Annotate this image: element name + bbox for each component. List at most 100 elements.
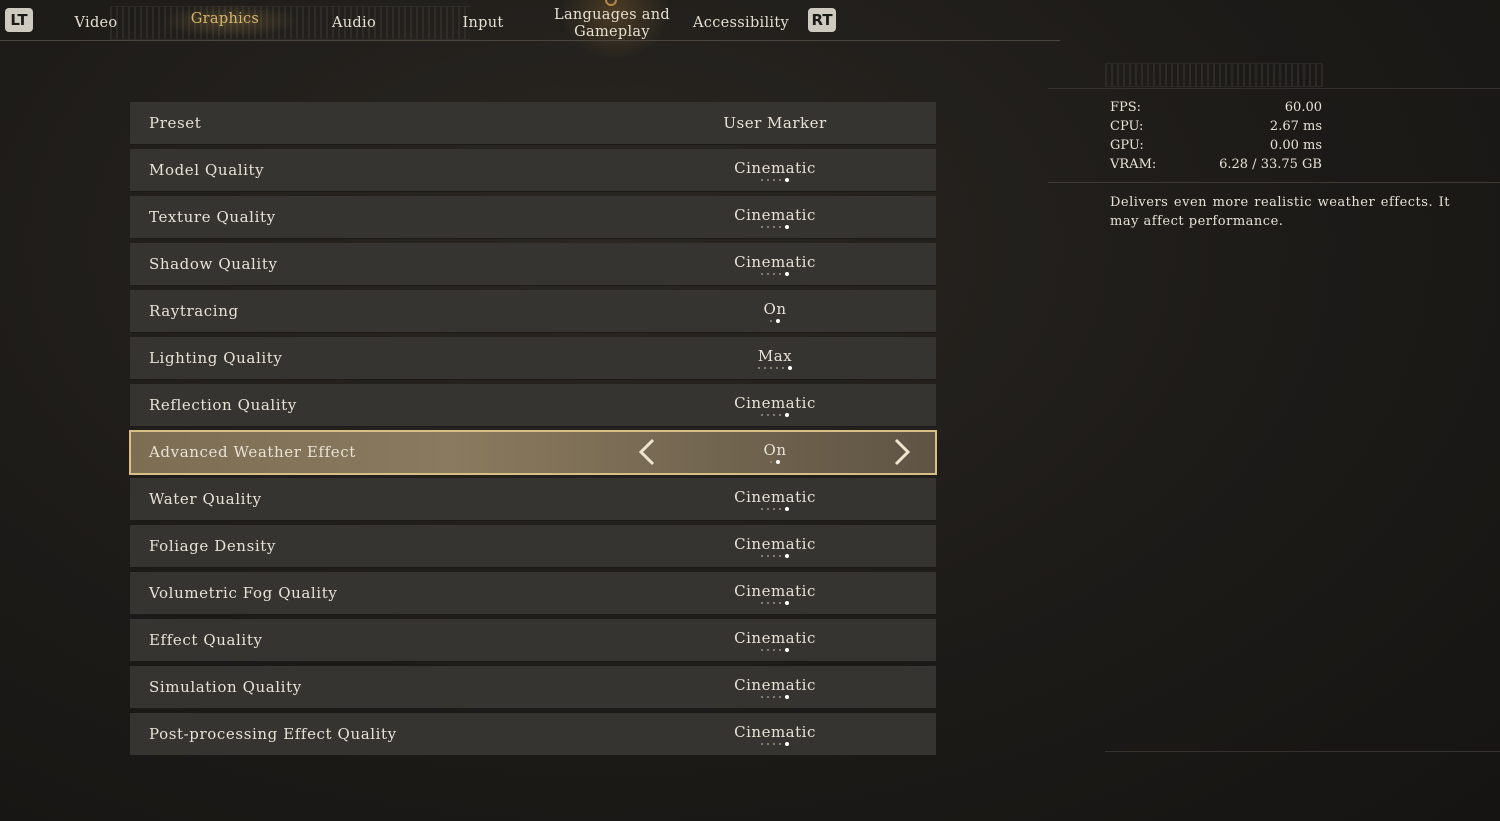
panel-divider <box>1105 751 1500 752</box>
tab-graphics[interactable]: Graphics <box>180 11 270 28</box>
setting-value: Cinematic <box>675 572 875 605</box>
setting-value: On <box>675 431 875 464</box>
setting-value: Cinematic <box>675 196 875 229</box>
stat-vram: VRAM: 6.28 / 33.75 GB <box>1110 157 1322 172</box>
setting-value: Cinematic <box>675 243 875 276</box>
setting-row-texture-quality[interactable]: Texture Quality Cinematic <box>130 196 936 239</box>
level-dot <box>767 414 769 416</box>
setting-row-volumetric-fog-quality[interactable]: Volumetric Fog Quality Cinematic <box>130 572 936 615</box>
tab-input[interactable]: Input <box>453 15 513 32</box>
level-dot <box>773 602 775 604</box>
setting-row-shadow-quality[interactable]: Shadow Quality Cinematic <box>130 243 936 286</box>
setting-row-preset[interactable]: Preset User Marker <box>130 102 936 145</box>
setting-label: Effect Quality <box>149 631 263 649</box>
chevron-right-icon[interactable] <box>890 437 914 467</box>
level-dot <box>770 367 772 369</box>
level-dot <box>779 226 781 228</box>
level-indicator <box>675 178 875 182</box>
level-dot <box>776 367 778 369</box>
setting-label: Reflection Quality <box>149 396 297 414</box>
setting-label: Simulation Quality <box>149 678 302 696</box>
level-dot <box>767 602 769 604</box>
setting-row-model-quality[interactable]: Model Quality Cinematic <box>130 149 936 192</box>
level-dot <box>779 696 781 698</box>
setting-value: Cinematic <box>675 384 875 417</box>
level-dot <box>779 273 781 275</box>
tab-languages-gameplay[interactable]: Languages and Gameplay <box>552 7 672 41</box>
setting-value: Cinematic <box>675 525 875 558</box>
level-dot <box>773 508 775 510</box>
level-dot <box>767 273 769 275</box>
top-nav: LT Video Graphics Audio Input Languages … <box>0 0 1500 60</box>
tab-video[interactable]: Video <box>66 15 126 32</box>
stat-cpu: CPU: 2.67 ms <box>1110 119 1322 134</box>
level-dot <box>761 414 763 416</box>
level-dot <box>761 602 763 604</box>
tab-audio[interactable]: Audio <box>324 15 384 32</box>
level-dot <box>767 743 769 745</box>
stat-fps: FPS: 60.00 <box>1110 100 1322 115</box>
level-dot-active <box>785 648 789 652</box>
level-dot-active <box>785 695 789 699</box>
setting-label: Preset <box>149 114 202 132</box>
settings-list: Preset User Marker Model Quality Cinemat… <box>129 102 937 760</box>
setting-row-raytracing[interactable]: Raytracing On <box>130 290 936 333</box>
level-indicator <box>675 601 875 605</box>
level-dot <box>767 179 769 181</box>
level-indicator <box>675 554 875 558</box>
level-dot <box>779 649 781 651</box>
setting-label: Post-processing Effect Quality <box>149 725 397 743</box>
setting-value: Cinematic <box>675 713 875 746</box>
level-dot <box>761 508 763 510</box>
setting-label: Advanced Weather Effect <box>149 443 356 461</box>
level-dot <box>779 508 781 510</box>
level-indicator <box>675 319 875 323</box>
level-dot-active <box>785 601 789 605</box>
level-dot <box>773 179 775 181</box>
level-dot-active <box>785 178 789 182</box>
level-dot <box>773 273 775 275</box>
setting-value: Cinematic <box>675 619 875 652</box>
panel-ornament <box>1105 63 1323 87</box>
setting-row-advanced-weather-effect[interactable]: Advanced Weather Effect On <box>129 430 937 475</box>
level-dot <box>779 602 781 604</box>
level-indicator <box>675 742 875 746</box>
nav-divider <box>0 40 1060 41</box>
level-dot-active <box>788 366 792 370</box>
lt-button[interactable]: LT <box>5 8 33 32</box>
level-dot <box>767 555 769 557</box>
stat-gpu: GPU: 0.00 ms <box>1110 138 1322 153</box>
level-dot <box>761 743 763 745</box>
level-dot <box>758 367 760 369</box>
rt-button[interactable]: RT <box>808 8 836 32</box>
setting-value: Cinematic <box>675 149 875 182</box>
setting-row-simulation-quality[interactable]: Simulation Quality Cinematic <box>130 666 936 709</box>
setting-description: Delivers even more realistic weather eff… <box>1110 195 1450 229</box>
level-dot-active <box>785 272 789 276</box>
level-indicator <box>675 507 875 511</box>
setting-label: Shadow Quality <box>149 255 278 273</box>
level-dot <box>767 226 769 228</box>
setting-value: Cinematic <box>675 666 875 699</box>
setting-value: User Marker <box>723 114 827 132</box>
setting-row-post-processing-effect-quality[interactable]: Post-processing Effect Quality Cinematic <box>130 713 936 756</box>
level-dot <box>761 649 763 651</box>
setting-row-foliage-density[interactable]: Foliage Density Cinematic <box>130 525 936 568</box>
setting-row-lighting-quality[interactable]: Lighting Quality Max <box>130 337 936 380</box>
level-dot <box>761 226 763 228</box>
setting-row-reflection-quality[interactable]: Reflection Quality Cinematic <box>130 384 936 427</box>
setting-label: Volumetric Fog Quality <box>149 584 338 602</box>
setting-value: On <box>675 290 875 323</box>
setting-row-water-quality[interactable]: Water Quality Cinematic <box>130 478 936 521</box>
level-dot <box>761 273 763 275</box>
setting-label: Foliage Density <box>149 537 276 555</box>
panel-divider <box>1048 182 1500 183</box>
setting-label: Model Quality <box>149 161 265 179</box>
level-dot <box>770 461 772 463</box>
setting-row-effect-quality[interactable]: Effect Quality Cinematic <box>130 619 936 662</box>
tab-accessibility[interactable]: Accessibility <box>690 15 792 32</box>
level-dot <box>773 649 775 651</box>
level-dot <box>782 367 784 369</box>
chevron-left-icon[interactable] <box>635 437 659 467</box>
level-dot-active <box>785 554 789 558</box>
